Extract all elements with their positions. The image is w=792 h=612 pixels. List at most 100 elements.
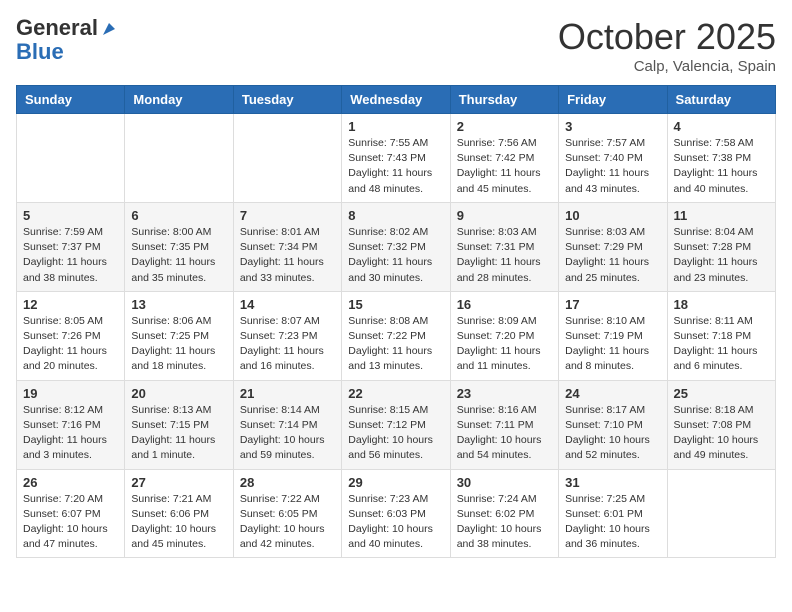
- day-info: Sunrise: 8:01 AM Sunset: 7:34 PM Dayligh…: [240, 225, 335, 286]
- day-number: 26: [23, 475, 118, 490]
- calendar-cell: [125, 114, 233, 203]
- calendar-cell: 31Sunrise: 7:25 AM Sunset: 6:01 PM Dayli…: [559, 469, 667, 558]
- calendar-week-row: 26 Sunrise: 7:20 AM Sunset: 6:07 PM Dayli…: [17, 469, 776, 558]
- day-info: Sunrise: 8:02 AM Sunset: 7:32 PM Dayligh…: [348, 225, 443, 286]
- day-info: Sunrise: 7:20 AM Sunset: 6:07 PM Dayligh…: [23, 492, 118, 553]
- day-number: 4: [674, 119, 769, 134]
- calendar-cell: 2Sunrise: 7:56 AM Sunset: 7:42 PM Daylig…: [450, 114, 558, 203]
- day-info: Sunrise: 7:21 AM Sunset: 6:06 PM Dayligh…: [131, 492, 226, 553]
- calendar-cell: 5Sunrise: 7:59 AM Sunset: 7:37 PM Daylig…: [17, 202, 125, 291]
- day-number: 22: [348, 386, 443, 401]
- calendar-cell: 16Sunrise: 8:09 AM Sunset: 7:20 PM Dayli…: [450, 291, 558, 380]
- day-number: 3: [565, 119, 660, 134]
- day-info: Sunrise: 8:09 AM Sunset: 7:20 PM Dayligh…: [457, 314, 552, 375]
- calendar-cell: 18Sunrise: 8:11 AM Sunset: 7:18 PM Dayli…: [667, 291, 775, 380]
- day-info: Sunrise: 8:03 AM Sunset: 7:29 PM Dayligh…: [565, 225, 660, 286]
- calendar-cell: 21 Sunrise: 8:14 AM Sunset: 7:14 PM Dayli…: [233, 380, 341, 469]
- day-info: Sunrise: 7:56 AM Sunset: 7:42 PM Dayligh…: [457, 136, 552, 197]
- calendar-cell: 30Sunrise: 7:24 AM Sunset: 6:02 PM Dayli…: [450, 469, 558, 558]
- calendar-cell: 4Sunrise: 7:58 AM Sunset: 7:38 PM Daylig…: [667, 114, 775, 203]
- day-number: 10: [565, 208, 660, 223]
- day-number: 15: [348, 297, 443, 312]
- weekday-header: Tuesday: [233, 86, 341, 114]
- day-number: 27: [131, 475, 226, 490]
- day-info: Sunrise: 8:15 AM Sunset: 7:12 PM Dayligh…: [348, 403, 443, 464]
- calendar-cell: 23Sunrise: 8:16 AM Sunset: 7:11 PM Dayli…: [450, 380, 558, 469]
- calendar-cell: 6 Sunrise: 8:00 AM Sunset: 7:35 PM Daylig…: [125, 202, 233, 291]
- day-info: Sunrise: 8:10 AM Sunset: 7:19 PM Dayligh…: [565, 314, 660, 375]
- day-number: 7: [240, 208, 335, 223]
- day-number: 12: [23, 297, 118, 312]
- weekday-header: Wednesday: [342, 86, 450, 114]
- day-number: 14: [240, 297, 335, 312]
- day-info: Sunrise: 8:18 AM Sunset: 7:08 PM Dayligh…: [674, 403, 769, 464]
- calendar-cell: 22 Sunrise: 8:15 AM Sunset: 7:12 PM Dayli…: [342, 380, 450, 469]
- location: Calp, Valencia, Spain: [558, 58, 776, 75]
- day-number: 28: [240, 475, 335, 490]
- calendar-cell: 9 Sunrise: 8:03 AM Sunset: 7:31 PM Daylig…: [450, 202, 558, 291]
- day-info: Sunrise: 8:13 AM Sunset: 7:15 PM Dayligh…: [131, 403, 226, 464]
- day-info: Sunrise: 8:00 AM Sunset: 7:35 PM Dayligh…: [131, 225, 226, 286]
- weekday-header: Saturday: [667, 86, 775, 114]
- calendar-cell: 7 Sunrise: 8:01 AM Sunset: 7:34 PM Daylig…: [233, 202, 341, 291]
- logo-general-text: General: [16, 16, 98, 40]
- calendar-table: SundayMondayTuesdayWednesdayThursdayFrid…: [16, 85, 776, 558]
- weekday-header: Sunday: [17, 86, 125, 114]
- calendar-week-row: 19 Sunrise: 8:12 AM Sunset: 7:16 PM Dayli…: [17, 380, 776, 469]
- day-info: Sunrise: 8:17 AM Sunset: 7:10 PM Dayligh…: [565, 403, 660, 464]
- day-number: 5: [23, 208, 118, 223]
- calendar-cell: 25Sunrise: 8:18 AM Sunset: 7:08 PM Dayli…: [667, 380, 775, 469]
- calendar-week-row: 12 Sunrise: 8:05 AM Sunset: 7:26 PM Dayli…: [17, 291, 776, 380]
- calendar-cell: 1 Sunrise: 7:55 AM Sunset: 7:43 PM Daylig…: [342, 114, 450, 203]
- calendar-cell: 20 Sunrise: 8:13 AM Sunset: 7:15 PM Dayli…: [125, 380, 233, 469]
- day-info: Sunrise: 7:24 AM Sunset: 6:02 PM Dayligh…: [457, 492, 552, 553]
- calendar-cell: 19 Sunrise: 8:12 AM Sunset: 7:16 PM Dayli…: [17, 380, 125, 469]
- day-info: Sunrise: 7:55 AM Sunset: 7:43 PM Dayligh…: [348, 136, 443, 197]
- title-area: October 2025 Calp, Valencia, Spain: [558, 16, 776, 75]
- calendar-cell: 28 Sunrise: 7:22 AM Sunset: 6:05 PM Dayli…: [233, 469, 341, 558]
- day-info: Sunrise: 8:11 AM Sunset: 7:18 PM Dayligh…: [674, 314, 769, 375]
- calendar-cell: [667, 469, 775, 558]
- day-number: 19: [23, 386, 118, 401]
- logo-blue-text: Blue: [16, 40, 118, 64]
- calendar-header-row: SundayMondayTuesdayWednesdayThursdayFrid…: [17, 86, 776, 114]
- calendar-cell: 12 Sunrise: 8:05 AM Sunset: 7:26 PM Dayli…: [17, 291, 125, 380]
- day-number: 31: [565, 475, 660, 490]
- calendar-cell: 27 Sunrise: 7:21 AM Sunset: 6:06 PM Dayli…: [125, 469, 233, 558]
- calendar-cell: 29 Sunrise: 7:23 AM Sunset: 6:03 PM Dayli…: [342, 469, 450, 558]
- calendar-cell: 17 Sunrise: 8:10 AM Sunset: 7:19 PM Dayli…: [559, 291, 667, 380]
- logo: General Blue: [16, 16, 118, 64]
- day-info: Sunrise: 7:57 AM Sunset: 7:40 PM Dayligh…: [565, 136, 660, 197]
- day-number: 1: [348, 119, 443, 134]
- day-number: 9: [457, 208, 552, 223]
- day-info: Sunrise: 8:08 AM Sunset: 7:22 PM Dayligh…: [348, 314, 443, 375]
- calendar-cell: [17, 114, 125, 203]
- day-info: Sunrise: 8:07 AM Sunset: 7:23 PM Dayligh…: [240, 314, 335, 375]
- day-info: Sunrise: 7:22 AM Sunset: 6:05 PM Dayligh…: [240, 492, 335, 553]
- day-number: 21: [240, 386, 335, 401]
- day-number: 6: [131, 208, 226, 223]
- day-info: Sunrise: 8:14 AM Sunset: 7:14 PM Dayligh…: [240, 403, 335, 464]
- day-number: 20: [131, 386, 226, 401]
- day-info: Sunrise: 8:05 AM Sunset: 7:26 PM Dayligh…: [23, 314, 118, 375]
- day-info: Sunrise: 8:06 AM Sunset: 7:25 PM Dayligh…: [131, 314, 226, 375]
- calendar-cell: 3 Sunrise: 7:57 AM Sunset: 7:40 PM Daylig…: [559, 114, 667, 203]
- weekday-header: Monday: [125, 86, 233, 114]
- calendar-body: 1 Sunrise: 7:55 AM Sunset: 7:43 PM Daylig…: [17, 114, 776, 558]
- logo-icon: [100, 20, 118, 38]
- day-number: 13: [131, 297, 226, 312]
- month-title: October 2025: [558, 16, 776, 58]
- day-number: 8: [348, 208, 443, 223]
- calendar-cell: 11Sunrise: 8:04 AM Sunset: 7:28 PM Dayli…: [667, 202, 775, 291]
- weekday-header: Thursday: [450, 86, 558, 114]
- day-info: Sunrise: 8:12 AM Sunset: 7:16 PM Dayligh…: [23, 403, 118, 464]
- day-info: Sunrise: 8:03 AM Sunset: 7:31 PM Dayligh…: [457, 225, 552, 286]
- day-number: 17: [565, 297, 660, 312]
- calendar-cell: 24Sunrise: 8:17 AM Sunset: 7:10 PM Dayli…: [559, 380, 667, 469]
- calendar-cell: 15 Sunrise: 8:08 AM Sunset: 7:22 PM Dayli…: [342, 291, 450, 380]
- weekday-header: Friday: [559, 86, 667, 114]
- day-number: 29: [348, 475, 443, 490]
- day-info: Sunrise: 7:23 AM Sunset: 6:03 PM Dayligh…: [348, 492, 443, 553]
- calendar-week-row: 1 Sunrise: 7:55 AM Sunset: 7:43 PM Daylig…: [17, 114, 776, 203]
- calendar-cell: [233, 114, 341, 203]
